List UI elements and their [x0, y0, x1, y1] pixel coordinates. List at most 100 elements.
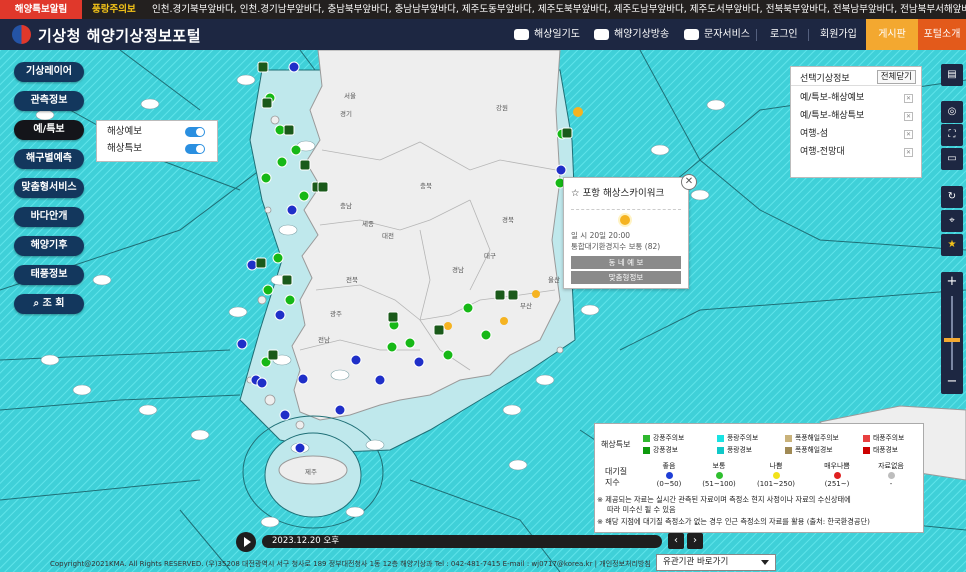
- star-outline-icon[interactable]: ☆: [571, 188, 580, 199]
- swatch: [785, 446, 792, 454]
- menu-observation[interactable]: 관측정보: [14, 91, 84, 111]
- site-title[interactable]: 기상청 해양기상정보포털: [38, 25, 201, 46]
- zoom-in-icon[interactable]: +: [941, 274, 963, 289]
- nav-sms-service[interactable]: 문자서비스: [684, 19, 750, 50]
- swatch: [717, 434, 724, 442]
- custom-info-button[interactable]: 맞춤형정보: [571, 271, 681, 284]
- map-label-busan: 부산: [520, 302, 532, 310]
- top-navigation: 기상청 해양기상정보포털 해상일기도 해양기상방송 문자서비스 로그인 회원가입…: [0, 19, 966, 50]
- alert-area-list: 인천.경기북부앞바다, 인천.경기남부앞바다, 충남북부앞바다, 충남남부앞바다…: [152, 4, 966, 15]
- nav-login[interactable]: 로그인: [770, 19, 798, 50]
- portal-intro-button[interactable]: 포털소개: [918, 19, 966, 50]
- selected-info-panel: 선택기상정보 전체닫기 예/특보-해상예보 ✕ 예/특보-해상특보 ✕ 여행-섬 ✕ …: [790, 66, 922, 178]
- submenu-marine-forecast[interactable]: 해상예보: [107, 124, 211, 140]
- aq-dot: [715, 472, 723, 479]
- map-label-daegu: 대구: [484, 252, 496, 260]
- message-icon: [684, 28, 699, 40]
- kma-logo-icon[interactable]: [12, 25, 31, 44]
- swatch: [717, 446, 724, 454]
- legend-item: 풍랑경보: [717, 444, 752, 454]
- aq-moderate: 보통 (51~100): [702, 462, 736, 488]
- zoom-slider-handle[interactable]: [944, 338, 960, 342]
- selected-item[interactable]: 여행-섬 ✕: [800, 126, 915, 142]
- legend-note: ※ 제공되는 자료는 실시간 관측된 자료이며 측정소 현지 사정이나 자료의 …: [597, 495, 851, 504]
- map-legend: 해상특보 강풍주의보 풍랑주의보 폭풍해일주의보 태풍주의보 강풍경보 풍랑경보…: [594, 423, 924, 533]
- swatch: [643, 446, 650, 454]
- layers-icon[interactable]: ▤: [941, 64, 963, 86]
- aq-no-data: 자료없음 -: [878, 462, 904, 488]
- marine-warning-toggle[interactable]: [185, 144, 205, 154]
- refresh-icon[interactable]: ↻: [941, 186, 963, 208]
- swatch: [863, 446, 870, 454]
- print-icon[interactable]: ▭: [941, 148, 963, 170]
- timeline-datetime: 2023.12.20 오후: [272, 536, 340, 546]
- close-icon[interactable]: ✕: [681, 174, 697, 190]
- submenu-marine-warning[interactable]: 해상특보: [107, 141, 211, 157]
- menu-zone-forecast[interactable]: 해구별예측: [14, 149, 84, 169]
- local-forecast-button[interactable]: 동 네 예 보: [571, 256, 681, 269]
- related-sites-select[interactable]: 유관기관 바로가기: [656, 554, 776, 571]
- selected-item[interactable]: 예/특보-해상예보 ✕: [800, 90, 915, 106]
- marine-forecast-toggle[interactable]: [185, 127, 205, 137]
- play-icon[interactable]: [236, 532, 256, 552]
- legend-note: 따라 미수신 될 수 있음: [607, 505, 676, 514]
- compass-icon[interactable]: ◎: [941, 101, 963, 123]
- timeline-control: 2023.12.20 오후 ‹ ›: [236, 532, 716, 552]
- aq-dot: [665, 472, 673, 479]
- cloud-icon: [514, 28, 529, 40]
- selected-item[interactable]: 여행-전망대 ✕: [800, 144, 915, 160]
- nav-signup[interactable]: 회원가입: [820, 19, 857, 50]
- alert-bar: 해양특보알림 풍랑주의보 인천.경기북부앞바다, 인천.경기남부앞바다, 충남북…: [0, 0, 966, 19]
- menu-sea-fog[interactable]: 바다안개: [14, 207, 84, 227]
- popup-air-quality: 통합대기환경지수 보통 (82): [571, 242, 661, 251]
- nav-broadcast[interactable]: 해양기상방송: [594, 19, 669, 50]
- nav-weather-chart[interactable]: 해상일기도: [514, 19, 580, 50]
- close-all-button[interactable]: 전체닫기: [876, 70, 916, 84]
- legend-item: 강풍주의보: [643, 432, 684, 442]
- menu-weather-layer[interactable]: 기상레이어: [14, 62, 84, 82]
- selected-info-title: 선택기상정보: [800, 74, 850, 84]
- selected-item[interactable]: 예/특보-해상특보 ✕: [800, 108, 915, 124]
- chevron-left-icon[interactable]: ‹: [668, 533, 684, 549]
- search-icon: ⌕: [33, 298, 43, 309]
- aq-good: 좋음 (0~50): [656, 462, 682, 488]
- remove-icon[interactable]: ✕: [904, 112, 913, 121]
- fullscreen-icon[interactable]: ⛶: [941, 124, 963, 146]
- menu-custom-service[interactable]: 맞춤형서비스: [14, 178, 84, 198]
- legend-marine-header: 해상특보: [601, 440, 631, 449]
- remove-icon[interactable]: ✕: [904, 148, 913, 157]
- legend-item: 폭풍해일경보: [785, 444, 833, 454]
- menu-search[interactable]: ⌕ 조 회: [14, 294, 84, 314]
- map-label-gyeongbuk: 경북: [502, 216, 514, 224]
- legend-note: ※ 해당 지점에 대기질 측정소가 없는 경우 인근 측정소의 자료를 활용 (…: [597, 517, 870, 526]
- map-label-gwangju: 광주: [330, 310, 342, 318]
- favorite-star-icon[interactable]: ★: [941, 234, 963, 256]
- menu-forecast-warning[interactable]: 예/특보: [14, 120, 84, 140]
- chevron-right-icon[interactable]: ›: [687, 533, 703, 549]
- map-label-jeju: 제주: [305, 468, 317, 476]
- chevron-down-icon: [761, 560, 769, 565]
- radio-icon: [594, 28, 609, 40]
- map-label-seoul: 서울: [344, 92, 356, 100]
- station-popup: ✕ ☆ 포항 해상스카이워크 일 시 20일 20:00 통합대기환경지수 보통…: [563, 174, 697, 289]
- menu-typhoon[interactable]: 태풍정보: [14, 265, 84, 285]
- alert-level[interactable]: 풍랑주의보: [92, 0, 136, 19]
- alert-tag: 해양특보알림: [0, 0, 82, 19]
- nav-divider: [808, 29, 809, 41]
- bulletin-button[interactable]: 게시판: [866, 19, 918, 50]
- zoom-out-icon[interactable]: −: [941, 374, 963, 389]
- map-label-gyeongnam: 경남: [452, 266, 464, 274]
- remove-icon[interactable]: ✕: [904, 94, 913, 103]
- popup-title: ☆ 포항 해상스카이워크: [571, 188, 665, 199]
- map-label-chungbuk: 충북: [420, 182, 432, 190]
- zoom-track[interactable]: [951, 296, 953, 370]
- forecast-submenu: 해상예보 해상특보: [96, 120, 218, 162]
- sunny-icon: [620, 215, 630, 225]
- footer-copyright: Copyright@2021KMA. All Rights RESERVED. …: [50, 560, 651, 568]
- locate-icon[interactable]: ⌖: [941, 210, 963, 232]
- remove-icon[interactable]: ✕: [904, 130, 913, 139]
- legend-item: 폭풍해일주의보: [785, 432, 839, 442]
- aq-bad: 나쁨 (101~250): [756, 462, 796, 488]
- map-label-jeonnam: 전남: [318, 336, 330, 344]
- menu-ocean-climate[interactable]: 해양기후: [14, 236, 84, 256]
